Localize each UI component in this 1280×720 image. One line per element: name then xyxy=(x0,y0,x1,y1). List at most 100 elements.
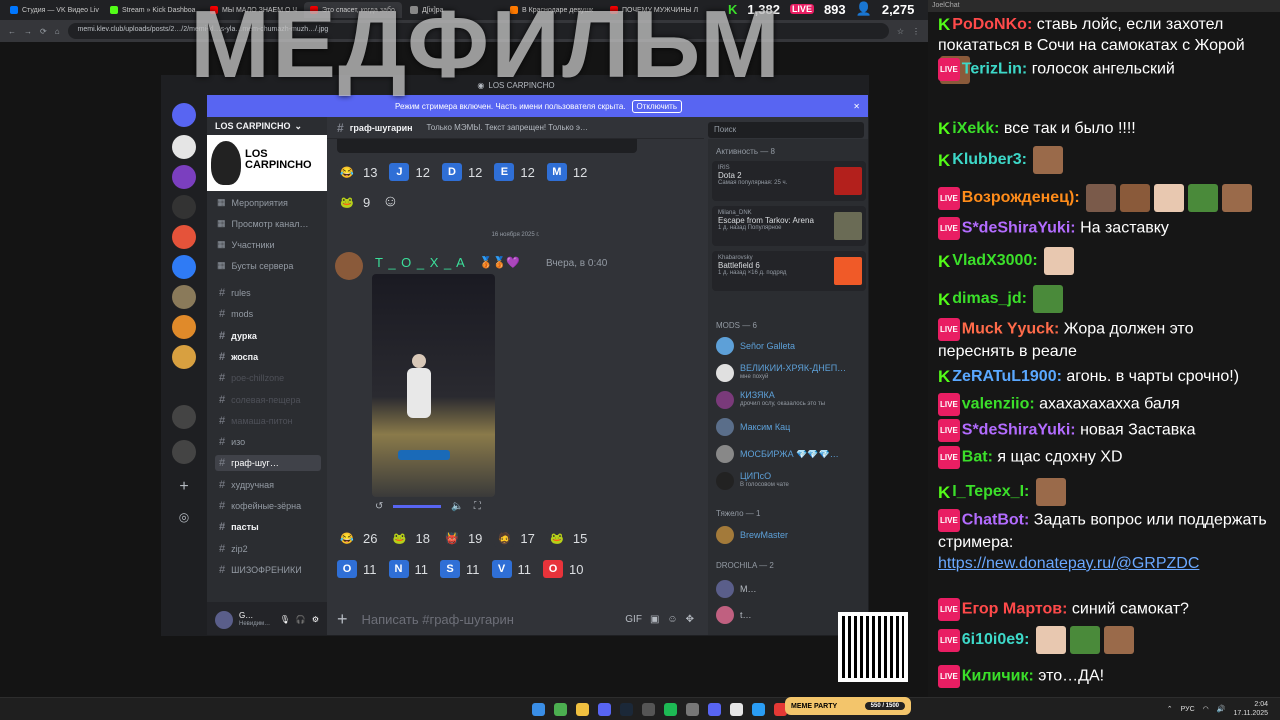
home-server-icon[interactable] xyxy=(172,103,196,127)
sticker-icon[interactable]: ▣ xyxy=(650,614,659,625)
server-nav-item[interactable]: ▦ Просмотр канал… xyxy=(217,218,309,229)
channel-item[interactable]: # мамаша-питон xyxy=(215,413,321,429)
channel-topic[interactable]: Только МЭМЫ. Текст запрещен! Только э… xyxy=(427,123,588,132)
server-icon[interactable] xyxy=(172,255,196,279)
reaction[interactable]: E 12 xyxy=(494,163,535,181)
home-icon[interactable]: ⌂ xyxy=(55,27,60,36)
browser-tab[interactable]: Stream » Kick Dashboa xyxy=(104,2,202,18)
channel-item[interactable]: # дурка xyxy=(215,328,321,344)
settings-icon[interactable]: ⚙ xyxy=(312,615,319,624)
reaction[interactable]: 🧔 17 xyxy=(494,529,535,547)
app-icon[interactable] xyxy=(642,702,655,716)
server-folder-icon[interactable] xyxy=(172,440,196,464)
chat-username[interactable]: 6i10i0e9: xyxy=(962,631,1030,648)
reaction[interactable]: 🐸 15 xyxy=(546,529,587,547)
gif-icon[interactable]: GIF xyxy=(625,614,642,625)
fullscreen-icon[interactable]: ⛶ xyxy=(474,501,481,512)
channel-item[interactable]: # граф-шуг… xyxy=(215,455,321,472)
chrome-icon[interactable] xyxy=(554,702,567,716)
message-input[interactable]: Написать #граф-шугарин xyxy=(362,612,514,627)
channel-item[interactable]: # пасты xyxy=(215,519,321,535)
server-icon[interactable] xyxy=(172,195,196,219)
reaction[interactable]: 👹 19 xyxy=(441,529,482,547)
menu-icon[interactable]: ⋮ xyxy=(912,27,920,36)
activity-card[interactable]: Milana_DNK Escape from Tarkov: Arena 1 д. … xyxy=(712,206,866,246)
clock[interactable]: 2:04 17.11.2025 xyxy=(1233,700,1268,718)
start-icon[interactable] xyxy=(532,702,545,716)
replay-icon[interactable]: ↺ xyxy=(375,501,383,512)
reaction[interactable]: M 12 xyxy=(546,163,587,181)
reaction[interactable]: 🐸 9 xyxy=(337,193,370,211)
server-icon[interactable] xyxy=(172,315,196,339)
channel-item[interactable]: # ШИЗОФРЕНИКИ xyxy=(215,562,321,578)
chat-username[interactable]: VladX3000: xyxy=(952,252,1037,269)
reaction[interactable]: 😂 13 xyxy=(337,163,377,181)
reaction[interactable]: O 10 xyxy=(543,560,583,578)
chat-username[interactable]: ChatBot: xyxy=(962,512,1030,529)
channel-item[interactable]: # кофейные-зёрна xyxy=(215,498,321,514)
channel-item[interactable]: # худручная xyxy=(215,477,321,493)
server-header[interactable]: LOS CARPINCHO ⌄ xyxy=(207,117,327,135)
search-input[interactable]: Поиск xyxy=(708,122,864,138)
wifi-icon[interactable]: ◠ xyxy=(1203,705,1209,713)
discover-icon[interactable]: ◎ xyxy=(172,505,196,529)
server-icon[interactable] xyxy=(172,165,196,189)
server-icon[interactable] xyxy=(172,225,196,249)
folder-icon[interactable] xyxy=(576,702,589,716)
avatar[interactable] xyxy=(335,252,363,280)
server-folder-icon[interactable] xyxy=(172,405,196,429)
chevron-up-icon[interactable]: ⌃ xyxy=(1167,705,1173,713)
chat-username[interactable]: Bat: xyxy=(962,449,993,466)
bookmark-icon[interactable]: ☆ xyxy=(897,27,904,36)
channel-item[interactable]: # жоспа xyxy=(215,349,321,365)
reaction[interactable]: D 12 xyxy=(441,163,482,181)
video-progress[interactable] xyxy=(393,505,442,508)
add-reaction-icon[interactable]: ☺ xyxy=(382,193,398,211)
apps-icon[interactable]: ✥ xyxy=(686,614,694,625)
attach-icon[interactable]: + xyxy=(337,609,348,630)
member-item[interactable]: ВЕЛИКИЙ-ХРЯК-ДНЕП… мне похуй xyxy=(716,364,866,382)
emoji-icon[interactable]: ☺ xyxy=(667,614,677,625)
channel-item[interactable]: # mods xyxy=(215,306,321,322)
close-icon[interactable]: ✕ xyxy=(853,102,860,111)
reaction[interactable]: V 11 xyxy=(491,560,531,578)
chat-username[interactable]: ZeRATuL1900: xyxy=(952,368,1062,385)
add-server-icon[interactable]: + xyxy=(172,475,196,499)
member-item[interactable]: Максим Кац xyxy=(716,418,866,436)
member-item[interactable]: Señor Galleta xyxy=(716,337,866,355)
steam-icon[interactable] xyxy=(620,702,633,716)
reaction[interactable]: 😂 26 xyxy=(337,529,377,547)
reload-icon[interactable]: ⟳ xyxy=(40,27,47,36)
channel-item[interactable]: # изо xyxy=(215,434,321,450)
chat-username[interactable]: valenziio: xyxy=(962,396,1035,413)
channel-item[interactable]: # zip2 xyxy=(215,541,321,557)
avatar[interactable] xyxy=(215,610,233,629)
reaction[interactable]: S 11 xyxy=(440,560,480,578)
server-nav-item[interactable]: ▦ Бусты сервера xyxy=(217,260,293,271)
member-item[interactable]: КИЗЯКА дрочил ослу, оказалось это ты xyxy=(716,391,866,409)
channel-item[interactable]: # poe-chillzone xyxy=(215,370,321,386)
chat-username[interactable]: TerizLin: xyxy=(962,61,1027,78)
discord-icon[interactable] xyxy=(598,702,611,716)
server-icon[interactable] xyxy=(172,345,196,369)
volume-icon[interactable]: 🔊 xyxy=(1217,705,1226,713)
language-indicator[interactable]: РУС xyxy=(1181,706,1195,713)
message-author[interactable]: T _ O _ X _ A xyxy=(375,255,466,270)
server-nav-item[interactable]: ▦ Мероприятия xyxy=(217,197,288,208)
member-item[interactable]: BrewMaster xyxy=(716,526,866,544)
member-item[interactable]: ЦИПсО В голосовом чате xyxy=(716,472,866,490)
chat-username[interactable]: I_Tepex_I: xyxy=(952,483,1029,500)
reaction[interactable]: 🐸 18 xyxy=(389,529,430,547)
app-icon[interactable] xyxy=(686,702,699,716)
activity-card[interactable]: IRIS Dota 2 Самая популярная: 25 ч. xyxy=(712,161,866,201)
server-nav-item[interactable]: ▦ Участники xyxy=(217,239,275,250)
chat-username[interactable]: S*deShiraYuki: xyxy=(962,220,1076,237)
chat-username[interactable]: PoDoNKo: xyxy=(952,16,1032,33)
mic-icon[interactable]: 🎙 xyxy=(280,615,290,624)
chat-username[interactable]: dimas_jd: xyxy=(952,290,1027,307)
disable-streamer-mode-button[interactable]: Отключить xyxy=(631,99,682,113)
app-icon[interactable] xyxy=(730,702,743,716)
chat-username[interactable]: S*deShiraYuki: xyxy=(962,422,1076,439)
spotify-icon[interactable] xyxy=(664,702,677,716)
chat-username[interactable]: Muck Yyuck: xyxy=(962,321,1060,338)
